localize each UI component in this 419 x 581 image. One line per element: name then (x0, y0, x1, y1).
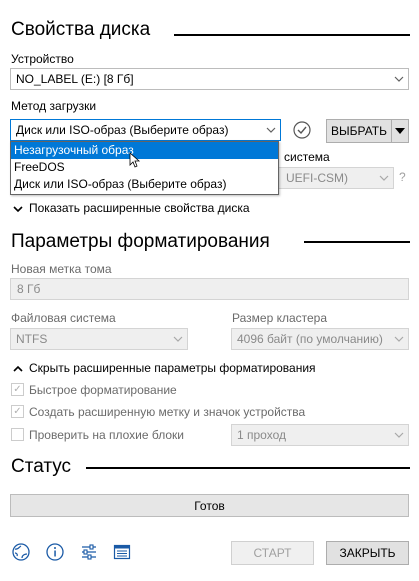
volume-label-label: Новая метка тома (11, 262, 112, 276)
status-rule (86, 467, 410, 469)
quick-format-checkbox[interactable]: ✓ (11, 383, 24, 396)
device-label: Устройство (11, 52, 74, 66)
close-button[interactable]: ЗАКРЫТЬ (326, 541, 409, 565)
caret-down-icon (395, 128, 405, 134)
select-image-dropdown-button[interactable] (391, 119, 409, 143)
target-system-value: UEFI-CSM) (286, 171, 348, 185)
globe-icon[interactable] (11, 542, 31, 562)
status-text: Готов (194, 498, 225, 513)
info-icon[interactable] (45, 542, 65, 562)
filesystem-select[interactable]: NTFS (10, 328, 188, 350)
filesystem-label: Файловая система (11, 311, 116, 325)
boot-option-iso[interactable]: Диск или ISO-образ (Выберите образ) (11, 176, 278, 193)
select-image-button[interactable]: ВЫБРАТЬ (326, 119, 392, 143)
hide-advanced-format-toggle[interactable]: Скрыть расширенные параметры форматирова… (29, 361, 316, 375)
passes-value: 1 проход (237, 428, 286, 442)
cluster-size-label: Размер кластера (232, 311, 328, 325)
target-system-select[interactable]: UEFI-CSM) (270, 167, 394, 189)
chevron-down-icon (390, 430, 408, 441)
status-bar: Готов (10, 494, 409, 517)
quick-format-label: Быстрое форматирование (29, 383, 177, 397)
boot-method-select-value: Диск или ISO-образ (Выберите образ) (16, 123, 229, 137)
passes-select[interactable]: 1 проход (231, 424, 409, 446)
volume-label-input[interactable]: 8 Гб (10, 278, 409, 300)
drive-properties-rule (174, 34, 410, 36)
bad-blocks-checkbox[interactable] (11, 428, 24, 441)
chevron-down-icon (262, 125, 280, 136)
cluster-size-select[interactable]: 4096 байт (по умолчанию) (231, 328, 409, 350)
start-button[interactable]: СТАРТ (231, 541, 314, 565)
settings-sliders-icon[interactable] (79, 542, 99, 562)
cluster-size-value: 4096 байт (по умолчанию) (237, 332, 383, 346)
boot-option-freedos[interactable]: FreeDOS (11, 159, 278, 176)
extended-label-checkbox[interactable]: ✓ (11, 405, 24, 418)
chevron-down-icon (375, 173, 393, 184)
chevron-down-icon (390, 74, 408, 85)
boot-method-dropdown-list: Незагрузочный образ FreeDOS Диск или ISO… (10, 141, 279, 195)
boot-method-select[interactable]: Диск или ISO-образ (Выберите образ) (10, 119, 281, 141)
chevron-down-icon[interactable] (13, 202, 23, 213)
log-icon[interactable] (112, 542, 132, 562)
show-advanced-drive-toggle[interactable]: Показать расширенные свойства диска (29, 201, 250, 215)
status-title: Статус (11, 456, 72, 477)
boot-method-label: Метод загрузки (11, 99, 97, 113)
chevron-down-icon (169, 334, 187, 345)
help-icon[interactable]: ? (399, 170, 406, 184)
target-system-label: система (284, 150, 330, 164)
extended-label-label: Создать расширенную метку и значок устро… (29, 405, 306, 419)
drive-properties-title: Свойства диска (11, 19, 151, 40)
chevron-up-icon[interactable] (13, 362, 23, 372)
mouse-cursor-icon (129, 152, 141, 171)
boot-option-non-bootable[interactable]: Незагрузочный образ (11, 142, 278, 159)
format-options-title: Параметры форматирования (11, 231, 270, 252)
chevron-down-icon (390, 334, 408, 345)
format-options-rule (304, 241, 410, 243)
check-hash-icon[interactable] (292, 120, 312, 140)
device-select[interactable]: NO_LABEL (E:) [8 Гб] (10, 68, 409, 90)
device-select-value: NO_LABEL (E:) [8 Гб] (16, 72, 134, 86)
filesystem-value: NTFS (16, 332, 48, 346)
bad-blocks-label: Проверить на плохие блоки (29, 428, 184, 442)
